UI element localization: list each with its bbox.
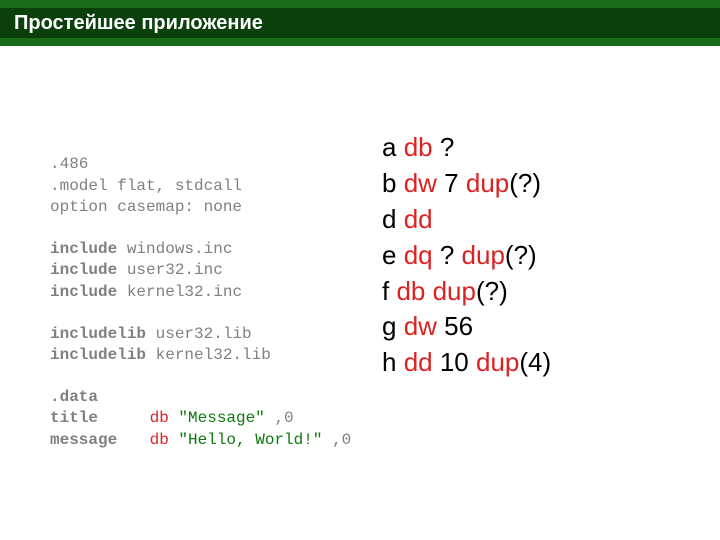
code-line: include kernel32.inc — [50, 282, 351, 304]
code-line: a db ? — [382, 130, 551, 166]
code-line: option casemap: none — [50, 197, 351, 219]
include-file: windows.inc — [117, 240, 232, 258]
code-line: d dd — [382, 202, 551, 238]
t: dup — [476, 347, 519, 377]
t: dd — [404, 204, 433, 234]
var-name: title — [50, 408, 140, 430]
code-line: message db "Hello, World!" ,0 — [50, 430, 351, 452]
t: a — [382, 132, 404, 162]
t: ? — [433, 240, 462, 270]
keyword: includelib — [50, 325, 146, 343]
t: dup — [462, 240, 505, 270]
code-line: includelib kernel32.lib — [50, 345, 351, 367]
t: ? — [433, 132, 455, 162]
code-line: f db dup(?) — [382, 274, 551, 310]
include-file: kernel32.inc — [117, 283, 242, 301]
var-name: message — [50, 430, 140, 452]
type-keyword: db — [150, 431, 169, 449]
code-line: e dq ? dup(?) — [382, 238, 551, 274]
code-line: g dw 56 — [382, 309, 551, 345]
t: h — [382, 347, 404, 377]
code-line: .486 — [50, 154, 351, 176]
data-block: .data title db "Message" ,0 message db "… — [50, 387, 351, 452]
include-file: user32.inc — [117, 261, 223, 279]
tail: ,0 — [274, 409, 293, 427]
code-line: b dw 7 dup(?) — [382, 166, 551, 202]
declaration-examples: a db ? b dw 7 dup(?) d dd e dq ? dup(?) … — [382, 130, 551, 381]
assembly-listing: .486 .model flat, stdcall option casemap… — [50, 154, 351, 452]
t: dw — [404, 311, 437, 341]
t: (?) — [476, 276, 508, 306]
string-literal: "Hello, World!" — [178, 431, 322, 449]
include-block: include windows.inc include user32.inc i… — [50, 239, 351, 304]
code-line: h dd 10 dup(4) — [382, 345, 551, 381]
code-line: includelib user32.lib — [50, 324, 351, 346]
t: (?) — [509, 168, 541, 198]
includelib-block: includelib user32.lib includelib kernel3… — [50, 324, 351, 367]
keyword: includelib — [50, 346, 146, 364]
t: 7 — [437, 168, 466, 198]
t: 56 — [437, 311, 473, 341]
keyword: include — [50, 261, 117, 279]
t: 10 — [433, 347, 476, 377]
keyword: include — [50, 283, 117, 301]
code-line: .model flat, stdcall — [50, 176, 351, 198]
t: (4) — [519, 347, 551, 377]
slide-title: Простейшее приложение — [14, 12, 263, 35]
tail: ,0 — [332, 431, 351, 449]
string-literal: "Message" — [178, 409, 264, 427]
keyword: include — [50, 240, 117, 258]
code-line: include windows.inc — [50, 239, 351, 261]
t: f — [382, 276, 396, 306]
type-keyword: db — [150, 409, 169, 427]
t: d — [382, 204, 404, 234]
t: g — [382, 311, 404, 341]
lib-file: kernel32.lib — [146, 346, 271, 364]
t: db — [404, 132, 433, 162]
t: db dup — [396, 276, 476, 306]
titlebar: Простейшее приложение — [0, 0, 720, 46]
content-area: .486 .model flat, stdcall option casemap… — [0, 46, 720, 540]
code-line: title db "Message" ,0 — [50, 408, 351, 430]
t: dup — [466, 168, 509, 198]
code-line: include user32.inc — [50, 260, 351, 282]
t: dq — [404, 240, 433, 270]
t: dw — [404, 168, 437, 198]
t: dd — [404, 347, 433, 377]
lib-file: user32.lib — [146, 325, 252, 343]
t: (?) — [505, 240, 537, 270]
t: e — [382, 240, 404, 270]
t: b — [382, 168, 404, 198]
section-label: .data — [50, 387, 351, 409]
directive-block: .486 .model flat, stdcall option casemap… — [50, 154, 351, 219]
